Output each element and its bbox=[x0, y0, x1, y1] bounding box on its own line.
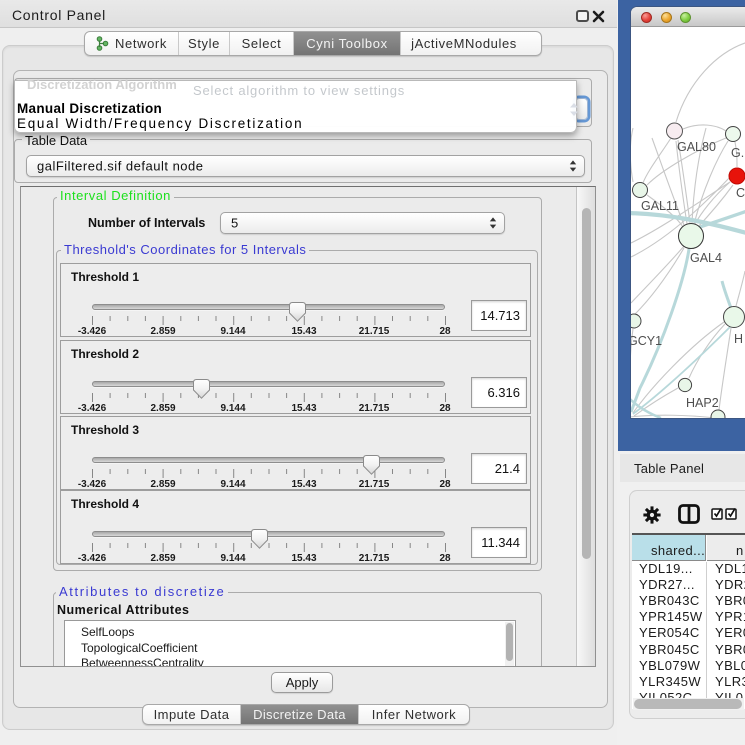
svg-text:G.: G. bbox=[731, 146, 744, 160]
svg-text:GAL80: GAL80 bbox=[677, 140, 716, 154]
svg-text:GAL11: GAL11 bbox=[641, 199, 679, 213]
svg-text:GAL4: GAL4 bbox=[690, 251, 722, 265]
svg-text:GCY1: GCY1 bbox=[631, 334, 662, 348]
svg-text:HAP2: HAP2 bbox=[686, 396, 719, 410]
svg-text:C: C bbox=[736, 186, 745, 200]
svg-text:H: H bbox=[734, 332, 743, 346]
